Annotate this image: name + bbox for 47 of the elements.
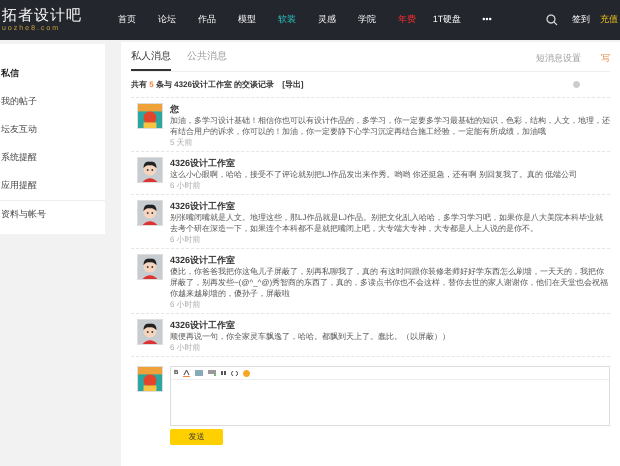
message-time: 6 小时前 xyxy=(170,234,202,245)
send-button[interactable]: 发送 xyxy=(170,429,223,445)
sidebar-item[interactable]: 资料与帐号 xyxy=(0,200,105,228)
message-tab[interactable]: 私人消息 xyxy=(131,49,171,71)
sender-name: 4326设计工作室 xyxy=(170,200,236,212)
cartoon-avatar-icon xyxy=(137,319,163,345)
sender-name: 您 xyxy=(170,103,180,115)
message-time: 6 小时前 xyxy=(170,299,202,310)
conversation-summary: 共有 5 条与 4326设计工作室 的交谈记录 xyxy=(131,78,274,90)
message-text: 傻比，你爸爸我把你这龟儿子屏蔽了，别再私聊我了，真的 有这时间跟你装修老师好好学东西怎么刷墙，一天天的，我把你屏蔽了，别再发些~(@^_^@)秀智商的东西了，真的，多读点书你也不会这样，替你去世的家人谢谢你，他们在天堂也会祝福你越来越刷墙的，傻孙子，屏蔽啦 xyxy=(170,266,610,299)
sidebar-item[interactable]: 私信 xyxy=(0,60,105,88)
sender-name: 4326设计工作室 xyxy=(170,157,236,169)
nav-link[interactable]: 年费 xyxy=(388,13,426,27)
message-text: 加油，多学习设计基础！相信你也可以有设计作品的，多学习，你一定要多学习最基础的知识，色彩，结构，人文，地理，还有结合用户的诉求，你可以的！加油，你一定要静下心学习沉淀再结合施工经验，一定能有所成绩，加油哦 xyxy=(170,115,610,137)
sender-name: 4326设计工作室 xyxy=(170,319,236,331)
cartoon-avatar-icon xyxy=(137,200,163,226)
sidebar-item[interactable]: 应用提醒 xyxy=(0,172,105,200)
cartoon-avatar-icon xyxy=(137,157,163,183)
sidebar-item[interactable]: 坛友互动 xyxy=(0,116,105,144)
export-link[interactable]: [导出] xyxy=(282,78,304,90)
nav-link[interactable]: 灵感 xyxy=(308,13,346,27)
sidebar-item[interactable]: 系统提醒 xyxy=(0,144,105,172)
nav-link[interactable]: 模型 xyxy=(228,13,266,27)
recharge-link[interactable]: 充值 xyxy=(600,13,618,27)
message-time: 6 小时前 xyxy=(170,342,202,353)
nav-link[interactable]: 首页 xyxy=(108,13,146,27)
logo-text[interactable]: 拓者设计吧 xyxy=(2,7,100,24)
message-text: 顺便再说一句，你全家灵车飘逸了，哈哈。都飘到天上了。蠢比。（以屏蔽）） xyxy=(170,331,451,342)
nav-link[interactable]: 软装 xyxy=(268,13,306,27)
code-icon[interactable] xyxy=(231,370,238,376)
sidebar-item[interactable]: 我的帖子 xyxy=(0,88,105,116)
cartoon-avatar-icon xyxy=(137,254,163,280)
nav-link[interactable]: 作品 xyxy=(188,13,226,27)
nav-link[interactable]: ••• xyxy=(468,13,506,27)
message-time: 6 小时前 xyxy=(170,180,202,191)
nav-link[interactable]: 学院 xyxy=(348,13,386,27)
message-text: 这么小心眼啊，哈哈，接受不了评论就别把LJ作品发出来作秀。哟哟 你还挺急，还有啊 别回复我了。真的 低端公司 xyxy=(170,169,578,180)
sign-in-link[interactable]: 签到 xyxy=(572,13,590,27)
nav-link[interactable]: 论坛 xyxy=(148,13,186,27)
text-color-icon[interactable] xyxy=(183,370,190,376)
poster-avatar-icon xyxy=(137,366,163,392)
nav-link[interactable]: 1T硬盘 xyxy=(428,13,466,27)
sender-name: 4326设计工作室 xyxy=(170,254,236,266)
message-text: 别张嘴闭嘴就是人文。地理这些，那LJ作品就是LJ作品。别把文化乱入哈哈，多学习学习吧，如果你是八大美院本科毕业就去考个研在深造一下，如果连个本科都不是就把嘴闭上吧，大专端大专神，大专都是人上人说的是你不。 xyxy=(170,212,604,234)
message-time: 5 天前 xyxy=(170,137,194,148)
poster-avatar-icon xyxy=(137,103,163,129)
search-icon[interactable] xyxy=(546,14,558,26)
